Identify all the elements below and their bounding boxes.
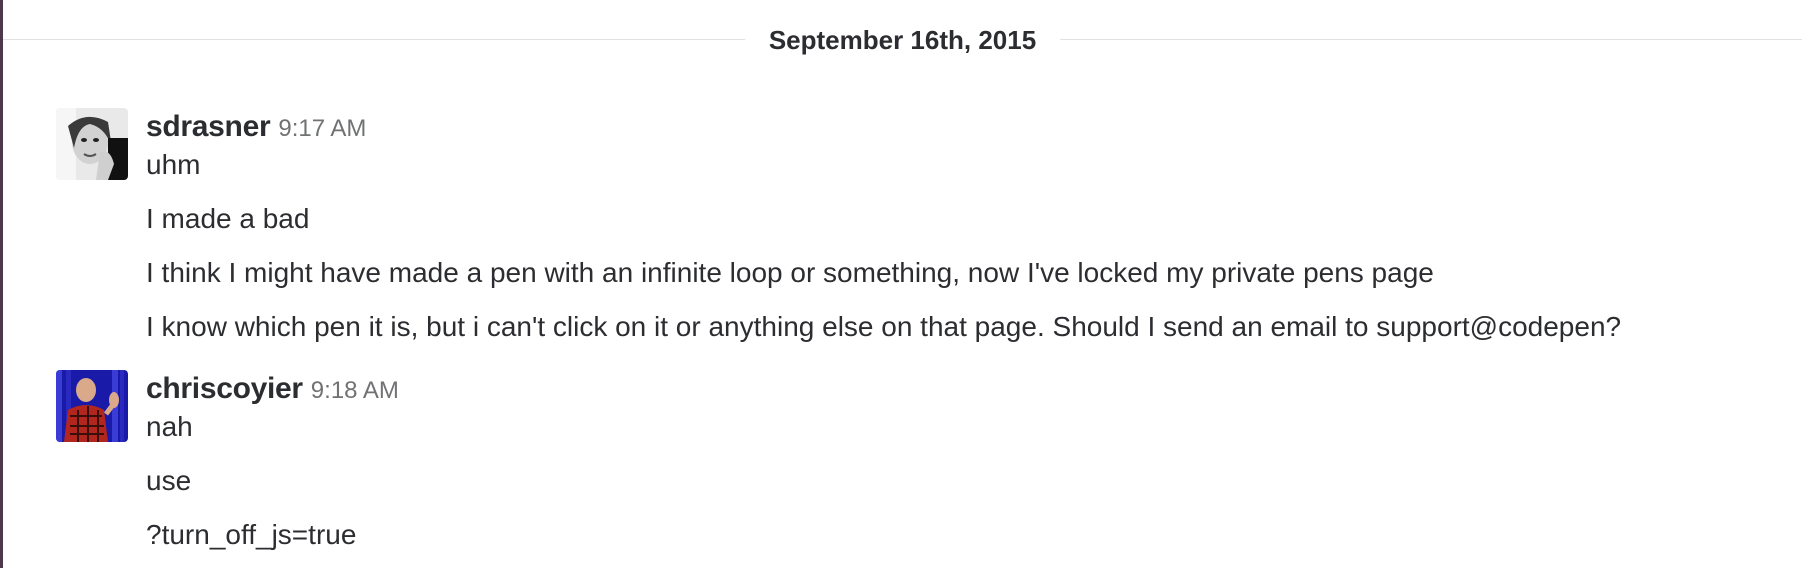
message-header: chriscoyier 9:18 AM (146, 370, 1782, 408)
day-divider: September 16th, 2015 (3, 22, 1802, 58)
message-text: nah (146, 411, 193, 442)
timestamp[interactable]: 9:18 AM (311, 377, 399, 404)
message-text: use (146, 465, 192, 496)
message-text: I know which pen it is, but i can't clic… (146, 311, 1622, 342)
message-text: I think I might have made a pen with an … (146, 257, 1434, 288)
avatar[interactable] (56, 370, 128, 442)
message-text: I made a bad (146, 203, 310, 234)
timestamp[interactable]: 9:17 AM (278, 115, 366, 142)
message-text: ?turn_off_js=true (146, 519, 357, 550)
message-content: chriscoyier 9:18 AM nah use ?turn_off_js=… (146, 370, 1782, 568)
day-divider-label: September 16th, 2015 (744, 22, 1061, 58)
avatar[interactable] (56, 108, 128, 180)
username[interactable]: chriscoyier (146, 372, 303, 405)
avatar-image (56, 370, 128, 442)
message-content: sdrasner 9:17 AM uhm I made a bad I think… (146, 108, 1782, 362)
avatar-image (56, 108, 128, 180)
message-pane[interactable]: September 16th, 2015 sdrasner 9:17 AM uhm… (0, 0, 1802, 568)
username[interactable]: sdrasner (146, 110, 271, 143)
message-text: uhm (146, 149, 201, 180)
message-header: sdrasner 9:17 AM (146, 108, 1782, 146)
